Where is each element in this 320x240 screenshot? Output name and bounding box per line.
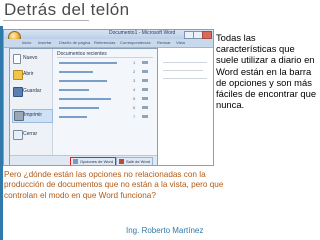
menu-item-label: Guardar [23,88,42,94]
tab-inicio[interactable]: Inicio [22,40,31,45]
recent-doc-number: 3 [133,78,136,83]
slide-title: Detrás del telón [4,0,130,19]
pin-icon[interactable] [142,61,148,64]
office-menu: Nuevo Abrir Guardar Imprimir Cerrar Docu… [9,48,158,165]
doc-line [163,70,203,71]
recent-doc-number: 1 [133,60,136,65]
exit-word-label: Salir de Word [126,159,151,164]
window-title: Documento1 - Microsoft Word [109,30,176,36]
doc-line [163,78,207,79]
recent-doc-item[interactable] [59,71,93,73]
tab-revisar[interactable]: Revisar [157,40,171,45]
exit-word-button[interactable]: Salir de Word [116,157,154,165]
menu-item-guardar[interactable]: Guardar [12,86,51,98]
recent-doc-item[interactable] [59,107,99,109]
menu-item-label: Nuevo [23,55,38,61]
word-options-label: Opciones de Word [80,159,114,164]
recent-doc-item[interactable] [59,80,107,82]
open-folder-icon [13,70,23,80]
tab-vista[interactable]: Vista [176,40,185,45]
recent-doc-item[interactable] [59,89,89,91]
title-underline [3,20,89,21]
author-name: Ing. Roberto Martínez [126,226,204,235]
close-document-icon [13,130,23,140]
recent-doc-item[interactable] [59,116,87,118]
print-icon [14,111,24,121]
doc-line [163,62,207,63]
options-icon [73,159,78,165]
ribbon-tabs: Inicio Insertar Diseño de página Referen… [4,39,213,48]
pin-icon[interactable] [142,97,148,100]
side-description: Todas las características que suele util… [216,32,317,111]
menu-item-cerrar[interactable]: Cerrar [12,129,51,141]
menu-bottom-bar: Opciones de Word Salir de Word [10,155,157,165]
menu-item-label: Cerrar [23,131,38,137]
pin-icon[interactable] [142,115,148,118]
pin-icon[interactable] [142,79,148,82]
menu-item-nuevo[interactable]: Nuevo [12,53,51,65]
new-document-icon [13,54,21,64]
recent-documents-header: Documentos recientes [57,51,153,58]
tab-correspondencia[interactable]: Correspondencia [120,40,150,45]
word-screenshot: Documento1 - Microsoft Word Inicio Inser… [3,29,214,166]
pin-icon[interactable] [142,88,148,91]
exit-icon [119,159,124,165]
recent-doc-item[interactable] [59,98,111,100]
menu-left-column: Nuevo Abrir Guardar Imprimir Cerrar [10,49,53,155]
recent-doc-number: 4 [133,87,136,92]
menu-item-abrir[interactable]: Abrir [12,69,51,81]
word-options-button[interactable]: Opciones de Word [70,157,117,165]
recent-doc-number: 5 [133,96,136,101]
tab-diseno[interactable]: Diseño de página [59,40,90,45]
document-page[interactable] [157,48,213,165]
recent-doc-number: 6 [133,105,136,110]
save-disk-icon [13,87,23,97]
window-titlebar: Documento1 - Microsoft Word [4,30,213,39]
recent-doc-number: 2 [133,69,136,74]
pin-icon[interactable] [142,106,148,109]
recent-doc-number: 7 [133,114,136,119]
recent-doc-item[interactable] [59,62,117,64]
tab-referencias[interactable]: Referencias [94,40,115,45]
menu-item-imprimir[interactable]: Imprimir [12,109,53,123]
menu-item-label: Imprimir [24,112,43,118]
close-button[interactable] [202,31,212,39]
tab-insertar[interactable]: Insertar [38,40,52,45]
question-text: Pero ¿dónde están las opciones no relaci… [4,170,224,200]
pin-icon[interactable] [142,70,148,73]
menu-item-label: Abrir [23,71,34,77]
